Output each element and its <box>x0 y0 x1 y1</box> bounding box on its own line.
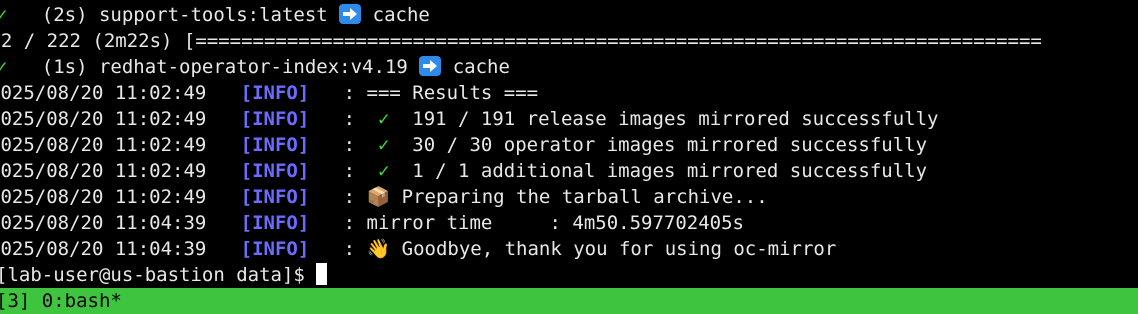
line-text: cache <box>361 4 430 26</box>
check-icon: ✓ <box>377 134 390 156</box>
log-timestamp: 2025/08/20 11:02:49 <box>0 160 207 182</box>
line-text: (2s) support-tools:latest <box>7 4 340 26</box>
check-icon: ✓ <box>377 108 390 130</box>
shell-prompt: [lab-user@us-bastion data]$ <box>0 264 317 286</box>
tmux-window-tab[interactable]: [3] 0:bash* <box>0 290 122 312</box>
log-timestamp: 2025/08/20 11:04:39 <box>0 212 207 234</box>
log-message: Goodbye, thank you for using oc-mirror <box>390 238 837 260</box>
log-level: [INFO] <box>240 134 310 156</box>
right-arrow-icon <box>339 4 362 24</box>
waving-hand-icon: 👋 <box>366 238 391 260</box>
log-line: 2025/08/20 11:04:39 [INFO] : mirror time… <box>0 210 744 236</box>
log-line: 2025/08/20 11:02:49 [INFO] : ✓ 30 / 30 o… <box>0 132 927 158</box>
log-line: 2025/08/20 11:02:49 [INFO] : === Results… <box>0 80 538 106</box>
text-cursor[interactable] <box>316 263 328 285</box>
shell-prompt-line[interactable]: [lab-user@us-bastion data]$ <box>0 262 328 288</box>
right-arrow-icon <box>419 56 442 76</box>
log-level: [INFO] <box>240 108 310 130</box>
log-separator: : <box>309 108 378 130</box>
log-separator: : <box>309 186 367 208</box>
log-timestamp: 2025/08/20 11:02:49 <box>0 108 207 130</box>
check-icon: ✓ <box>377 160 390 182</box>
log-line: 2025/08/20 11:04:39 [INFO] : 👋 Goodbye, … <box>0 236 836 262</box>
log-message: : mirror time : 4m50.597702405s <box>309 212 744 234</box>
log-separator: : <box>309 238 367 260</box>
log-level: [INFO] <box>240 186 310 208</box>
log-level: [INFO] <box>240 212 310 234</box>
log-timestamp: 2025/08/20 11:02:49 <box>0 186 207 208</box>
log-line: 2025/08/20 11:02:49 [INFO] : 📦 Preparing… <box>0 184 768 210</box>
terminal-line: ✓ (2s) support-tools:latest cache <box>0 2 430 28</box>
progress-line: 222 / 222 (2m22s) [=====================… <box>0 28 1042 54</box>
log-separator: : <box>309 134 378 156</box>
terminal-output: ✓ (2s) support-tools:latest cache 222 / … <box>0 2 1138 288</box>
terminal-line: ✓ (1s) redhat-operator-index:v4.19 cache <box>0 54 510 80</box>
log-timestamp: 2025/08/20 11:02:49 <box>0 134 207 156</box>
log-message: 30 / 30 operator images mirrored success… <box>389 134 928 156</box>
log-message: 191 / 191 release images mirrored succes… <box>389 108 939 130</box>
log-timestamp: 2025/08/20 11:02:49 <box>0 82 207 104</box>
log-level: [INFO] <box>240 82 310 104</box>
line-text: (1s) redhat-operator-index:v4.19 <box>7 56 420 78</box>
log-timestamp: 2025/08/20 11:04:39 <box>0 238 207 260</box>
log-message: : === Results === <box>309 82 539 104</box>
log-line: 2025/08/20 11:02:49 [INFO] : ✓ 191 / 191… <box>0 106 938 132</box>
line-text: cache <box>441 56 510 78</box>
log-message: Preparing the tarball archive... <box>390 186 768 208</box>
log-level: [INFO] <box>240 160 310 182</box>
log-level: [INFO] <box>240 238 310 260</box>
terminal-window[interactable]: ✓ (2s) support-tools:latest cache 222 / … <box>0 0 1138 314</box>
progress-text: 222 / 222 (2m22s) [=====================… <box>0 30 1042 52</box>
log-line: 2025/08/20 11:02:49 [INFO] : ✓ 1 / 1 add… <box>0 158 927 184</box>
package-icon: 📦 <box>366 186 391 208</box>
log-message: 1 / 1 additional images mirrored success… <box>389 160 928 182</box>
tmux-status-bar: [3] 0:bash* <box>0 288 1138 314</box>
log-separator: : <box>309 160 378 182</box>
